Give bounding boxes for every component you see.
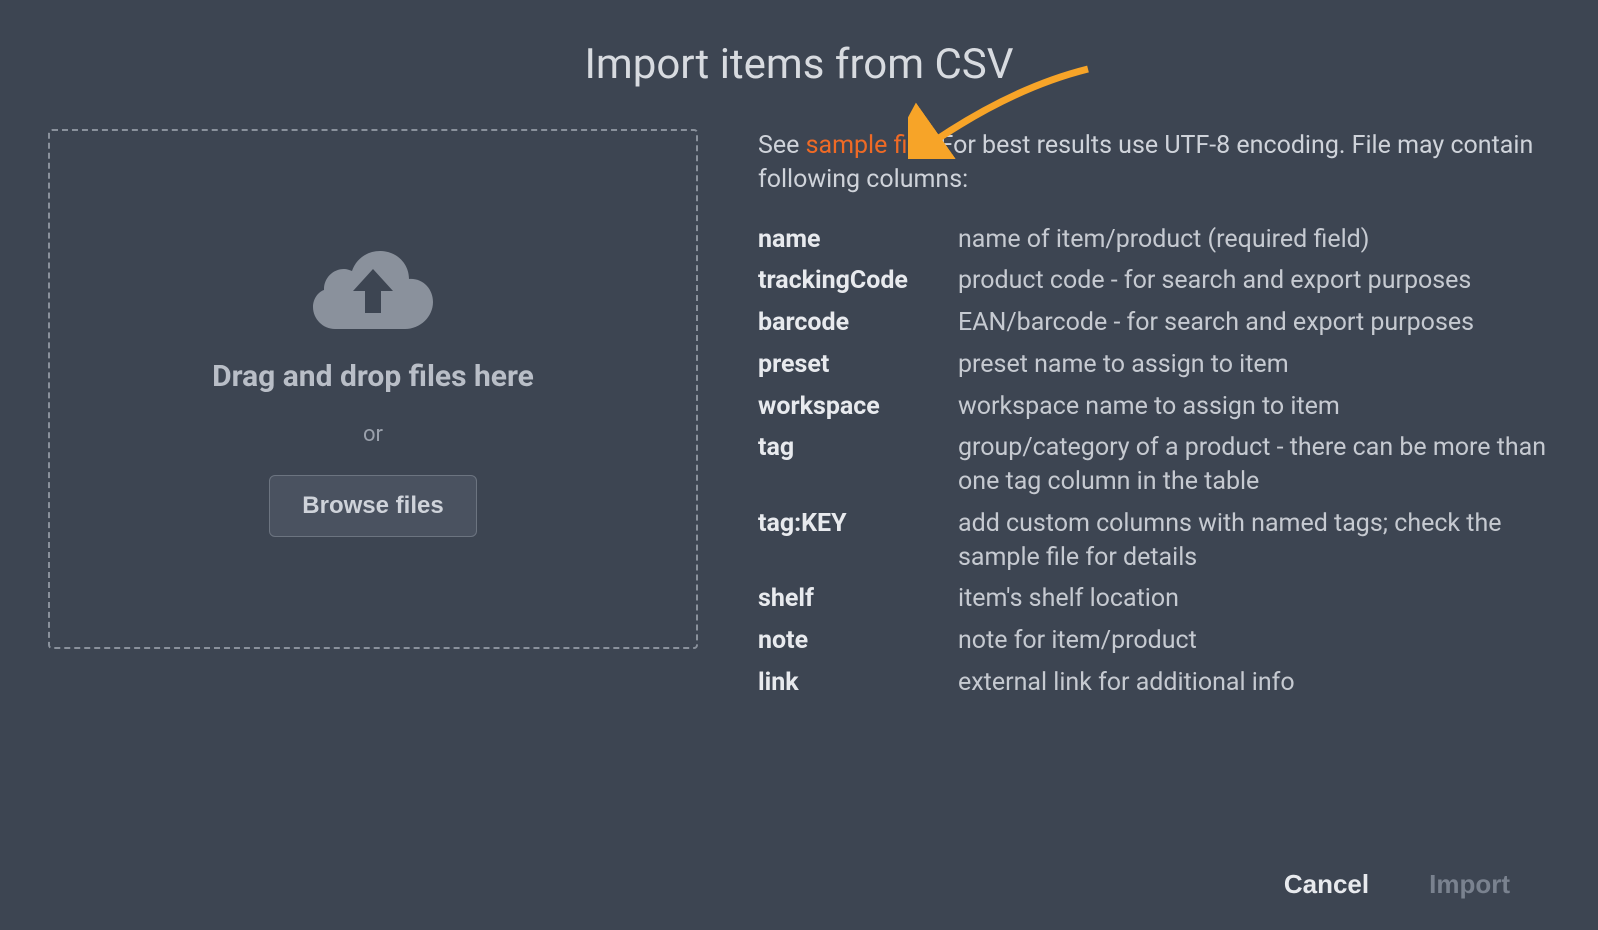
column-desc: name of item/product (required field) bbox=[958, 223, 1550, 257]
import-button[interactable]: Import bbox=[1429, 869, 1510, 900]
column-desc: group/category of a product - there can … bbox=[958, 431, 1550, 499]
column-name: trackingCode bbox=[758, 264, 948, 298]
column-desc: add custom columns with named tags; chec… bbox=[958, 507, 1550, 575]
column-name: name bbox=[758, 223, 948, 257]
info-panel: See sample file. For best results use UT… bbox=[758, 129, 1550, 849]
column-desc: preset name to assign to item bbox=[958, 348, 1550, 382]
column-name: note bbox=[758, 624, 948, 658]
column-name: preset bbox=[758, 348, 948, 382]
sample-file-link[interactable]: sample file bbox=[806, 131, 927, 160]
info-intro: See sample file. For best results use UT… bbox=[758, 129, 1550, 197]
column-name: barcode bbox=[758, 306, 948, 340]
cloud-upload-icon bbox=[313, 241, 433, 331]
column-name: shelf bbox=[758, 582, 948, 616]
columns-table: name name of item/product (required fiel… bbox=[758, 223, 1550, 700]
column-desc: workspace name to assign to item bbox=[958, 390, 1550, 424]
column-desc: external link for additional info bbox=[958, 666, 1550, 700]
dialog-title: Import items from CSV bbox=[48, 40, 1550, 89]
column-name: tag:KEY bbox=[758, 507, 948, 575]
column-name: link bbox=[758, 666, 948, 700]
file-dropzone[interactable]: Drag and drop files here or Browse files bbox=[48, 129, 698, 649]
column-desc: EAN/barcode - for search and export purp… bbox=[958, 306, 1550, 340]
info-see-text: See bbox=[758, 131, 806, 160]
dialog-buttons: Cancel Import bbox=[48, 849, 1550, 900]
import-csv-dialog: Import items from CSV Drag and drop file… bbox=[0, 0, 1598, 930]
browse-files-button[interactable]: Browse files bbox=[269, 475, 476, 537]
content-row: Drag and drop files here or Browse files… bbox=[48, 129, 1550, 849]
column-desc: item's shelf location bbox=[958, 582, 1550, 616]
dropzone-or-text: or bbox=[363, 422, 383, 447]
column-desc: product code - for search and export pur… bbox=[958, 264, 1550, 298]
column-desc: note for item/product bbox=[958, 624, 1550, 658]
column-name: workspace bbox=[758, 390, 948, 424]
cancel-button[interactable]: Cancel bbox=[1284, 869, 1369, 900]
column-name: tag bbox=[758, 431, 948, 499]
dropzone-heading: Drag and drop files here bbox=[212, 359, 534, 394]
